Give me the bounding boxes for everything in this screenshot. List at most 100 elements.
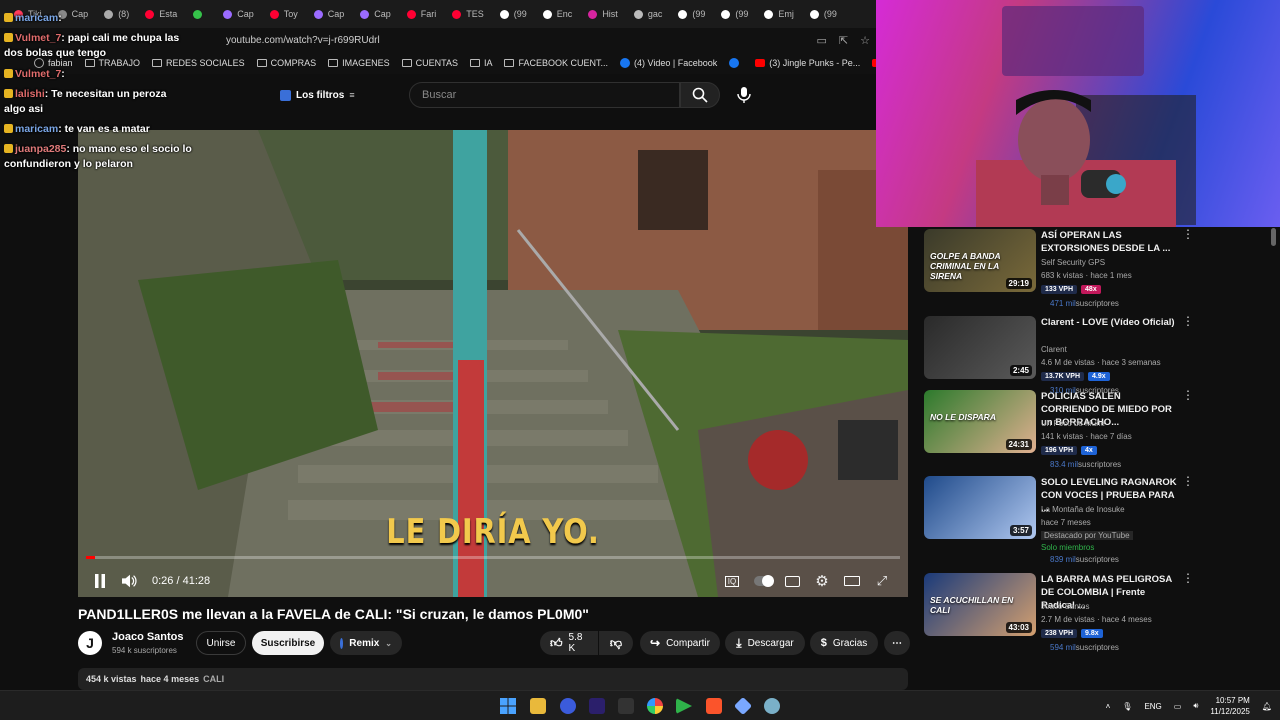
bookmark-item[interactable]: COMPRAS (256, 58, 316, 68)
file-explorer-icon[interactable] (530, 698, 546, 714)
start-button[interactable] (500, 698, 516, 714)
language-indicator[interactable]: ENG (1144, 702, 1161, 711)
extension-button[interactable]: IQ (724, 573, 740, 589)
browser-tab[interactable] (185, 0, 215, 28)
recommendation-item[interactable]: NO LE DISPARA 24:31 POLICIAS SALEN CORRIEN… (924, 389, 1194, 470)
more-options-icon[interactable]: ⋮ (1182, 475, 1194, 487)
recommendation-item[interactable]: 2:45 Clarent - LOVE (Vídeo Oficial) Claren… (924, 315, 1194, 396)
chrome-icon[interactable] (647, 698, 663, 714)
subscribe-button[interactable]: Suscribirse (252, 631, 324, 655)
brave-browser-icon[interactable] (706, 698, 722, 714)
recommendation-item[interactable]: GOLPE A BANDA CRIMINAL EN LA SIRENA 29:19… (924, 228, 1194, 309)
bookmark-item[interactable]: fabian (34, 58, 73, 68)
recommendation-title[interactable]: Clarent - LOVE (Vídeo Oficial) (1041, 316, 1177, 329)
channel-name[interactable]: Joaco Santos (112, 631, 184, 643)
premiere-icon[interactable] (589, 698, 605, 714)
browser-tab[interactable]: (99 (713, 0, 756, 28)
share-button[interactable]: ↪ Compartir (640, 631, 720, 655)
browser-tab[interactable]: Cap (352, 0, 399, 28)
video-duration: 43:03 (1005, 622, 1032, 633)
browser-tab[interactable]: Fari (399, 0, 445, 28)
browser-tab[interactable]: Emj (756, 0, 802, 28)
bookmark-item[interactable]: TRABAJO (84, 58, 140, 68)
browser-tab[interactable]: TES (444, 0, 492, 28)
bookmark-star-icon[interactable]: ☆ (860, 34, 870, 47)
autoplay-toggle[interactable] (754, 573, 774, 589)
microphone-tray-icon[interactable]: 🎙︎ (1122, 702, 1132, 711)
bookmark-item[interactable]: FACEBOOK CUENT... (504, 58, 608, 68)
recommendation-title[interactable]: ASÍ OPERAN LAS EXTORSIONES DESDE LA ... (1041, 229, 1177, 255)
search-input[interactable]: Buscar (409, 82, 680, 108)
filters-button[interactable]: Los filtros ≡ (272, 84, 358, 106)
chat-username: maricam (15, 123, 59, 135)
bookmark-item[interactable]: IMAGENES (328, 58, 390, 68)
voice-search-button[interactable] (731, 82, 757, 108)
browser-tab[interactable]: Cap (306, 0, 353, 28)
notification-bell-icon[interactable]: 🔔︎ (1262, 702, 1272, 711)
more-options-icon[interactable]: ⋮ (1182, 572, 1194, 584)
browser-tab[interactable]: Hist (580, 0, 626, 28)
browser-tab[interactable]: Toy (262, 0, 306, 28)
recommendation-channel[interactable]: Self Security GPS (1041, 258, 1105, 267)
network-icon[interactable]: ▭ (1174, 702, 1182, 711)
share-icon[interactable]: ⇱ (839, 34, 848, 47)
sidebar-scrollbar[interactable] (1271, 228, 1276, 246)
download-button[interactable]: ⤓ Descargar (725, 631, 805, 655)
channel-avatar[interactable]: J (78, 631, 102, 655)
like-button[interactable]: 👍︎ 5.8 K (540, 631, 598, 655)
bookmark-item[interactable]: CUENTAS (401, 58, 458, 68)
browser-tab[interactable]: (99 (802, 0, 845, 28)
video-thumbnail[interactable]: 2:45 (924, 316, 1036, 379)
fullscreen-button[interactable]: ⤢ (874, 573, 890, 589)
video-stats[interactable]: 454 k vistas hace 4 meses CALI (78, 668, 908, 690)
video-thumbnail[interactable]: GOLPE A BANDA CRIMINAL EN LA SIRENA 29:19 (924, 229, 1036, 292)
vpn-icon[interactable] (733, 696, 753, 716)
browser-tab[interactable]: gac (626, 0, 671, 28)
terminal-icon[interactable] (618, 698, 634, 714)
video-thumbnail[interactable]: 3:57 (924, 476, 1036, 539)
remix-button[interactable]: Remix ⌄ (330, 631, 402, 655)
cast-icon[interactable]: ▭ (817, 34, 827, 47)
dislike-button[interactable]: 👎︎ (599, 631, 633, 655)
video-thumbnail[interactable]: SE ACUCHILLAN EN CALI 43:03 (924, 573, 1036, 636)
recommendation-channel[interactable]: Joaco Santos (1041, 602, 1089, 611)
app-icon[interactable] (560, 698, 576, 714)
more-options-icon[interactable]: ⋮ (1182, 315, 1194, 327)
video-player[interactable]: LE DIRÍA YO. 0:26 / 41:28 IQ ⚙ ⤢ (78, 130, 908, 597)
more-options-icon[interactable]: ⋮ (1182, 228, 1194, 240)
obs-icon[interactable] (764, 698, 780, 714)
recommendation-channel[interactable]: Clarent (1041, 345, 1067, 354)
clock[interactable]: 10:57 PM 11/12/2025 (1210, 695, 1249, 717)
url-text[interactable]: youtube.com/watch?v=j-r699RUdrl (226, 35, 380, 46)
subtitles-button[interactable] (784, 573, 800, 589)
more-options-icon[interactable]: ⋮ (1182, 389, 1194, 401)
browser-tab[interactable]: Cap (215, 0, 262, 28)
search-button[interactable] (680, 82, 720, 108)
theater-mode-button[interactable] (844, 573, 860, 589)
bookmark-item[interactable]: REDES SOCIALES (152, 58, 245, 68)
progress-bar[interactable] (86, 556, 900, 559)
bookmark-item[interactable] (729, 58, 743, 68)
player-app-icon[interactable] (676, 698, 692, 714)
bookmark-item[interactable]: IA (469, 58, 492, 68)
browser-tab[interactable]: (99 (670, 0, 713, 28)
volume-button[interactable] (122, 573, 138, 589)
browser-tab[interactable]: Esta (137, 0, 185, 28)
recommendation-item[interactable]: SE ACUCHILLAN EN CALI 43:03 LA BARRA MAS P… (924, 572, 1194, 653)
recommendation-channel[interactable]: Un Poco de Muñe (1041, 419, 1105, 428)
recommendation-channel[interactable]: La Montaña de Inosuke (1041, 505, 1125, 514)
video-thumbnail[interactable]: NO LE DISPARA 24:31 (924, 390, 1036, 453)
pause-button[interactable] (92, 573, 108, 589)
bookmark-item[interactable]: (4) Video | Facebook (620, 58, 717, 68)
thanks-button[interactable]: $ Gracias (810, 631, 878, 655)
browser-tab[interactable]: Enc (535, 0, 581, 28)
speaker-icon[interactable]: 🔊︎ (1193, 701, 1198, 711)
browser-tab[interactable]: (99 (492, 0, 535, 28)
chevron-up-icon[interactable]: ˄ (1106, 702, 1111, 711)
more-actions-button[interactable]: ⋯ (884, 631, 910, 655)
bookmark-item[interactable]: (3) Jingle Punks - Pe... (755, 58, 860, 68)
browser-tab[interactable]: (8) (96, 0, 137, 28)
recommendation-item[interactable]: 3:57 SOLO LEVELING RAGNAROK CON VOCES | P… (924, 475, 1194, 564)
join-button[interactable]: Unirse (196, 631, 246, 655)
settings-button[interactable]: ⚙ (814, 573, 830, 590)
